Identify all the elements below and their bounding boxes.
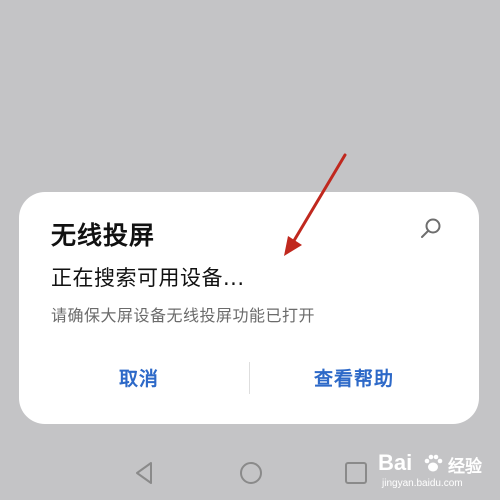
triangle-back-icon[interactable] <box>133 460 157 486</box>
view-help-button[interactable]: 查看帮助 <box>314 364 394 391</box>
searching-spinner-icon <box>421 218 441 238</box>
wireless-projection-dialog: 无线投屏 正在搜索可用设备... 请确保大屏设备无线投屏功能已打开 取消 查看帮… <box>19 192 479 424</box>
search-status-text: 正在搜索可用设备... <box>51 266 245 290</box>
paw-logo-icon <box>424 454 443 472</box>
watermark-url: jingyan.baidu.com <box>382 478 463 489</box>
dialog-button-bar: 取消 查看帮助 <box>19 352 479 402</box>
cancel-button[interactable]: 取消 <box>119 364 159 391</box>
hint-text: 请确保大屏设备无线投屏功能已打开 <box>51 306 316 325</box>
watermark-suffix: 经验 <box>448 457 482 477</box>
circle-home-icon[interactable] <box>238 460 264 486</box>
watermark-brand: Bai <box>378 450 413 475</box>
baidu-jingyan-watermark: Bai 经验 jingyan.baidu.com <box>378 448 496 496</box>
square-recent-icon[interactable] <box>343 460 369 486</box>
dialog-title: 无线投屏 <box>51 221 156 250</box>
button-divider <box>249 362 250 394</box>
